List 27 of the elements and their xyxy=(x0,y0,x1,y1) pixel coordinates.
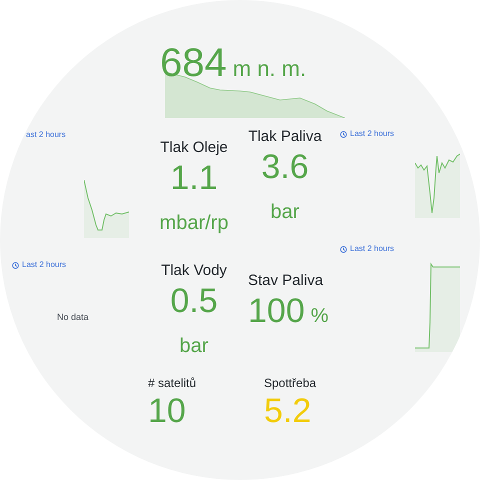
time-range-link[interactable]: Last 2 hours xyxy=(340,244,394,254)
stat-value: 3.6 xyxy=(261,150,309,184)
stat-title: Tlak Vody xyxy=(161,262,227,280)
stat-unit: % xyxy=(310,306,329,326)
stat-title: Spottřeba xyxy=(264,376,316,390)
clock-icon xyxy=(340,246,347,252)
stat-value: 1.1 xyxy=(170,161,218,195)
stat-value: 5.2 xyxy=(264,394,312,428)
stat-title: Tlak Paliva xyxy=(248,128,322,146)
stat-unit: bar xyxy=(180,336,208,356)
stat-title: Tlak Oleje xyxy=(160,139,228,157)
stat-unit: bar xyxy=(270,202,300,222)
clock-icon xyxy=(12,262,19,268)
stat-value: 0.5 xyxy=(170,284,218,318)
stat-unit: mbar/rp xyxy=(160,213,228,233)
stat-title: # satelitů xyxy=(148,376,196,390)
stat-title: Stav Paliva xyxy=(248,272,324,290)
time-range-link[interactable]: ast 2 hours xyxy=(26,130,66,140)
time-range-link[interactable]: Last 2 hours xyxy=(12,260,66,270)
stat-value: 10 xyxy=(148,394,186,428)
clock-icon xyxy=(340,130,347,138)
sparkline xyxy=(84,180,129,238)
altitude-value: 684 xyxy=(160,43,227,83)
altitude-unit: m n. m. xyxy=(232,58,306,80)
stat-value: 100 xyxy=(248,294,305,328)
no-data-message: No data xyxy=(57,312,89,322)
time-range-link[interactable]: Last 2 hours xyxy=(340,129,394,139)
